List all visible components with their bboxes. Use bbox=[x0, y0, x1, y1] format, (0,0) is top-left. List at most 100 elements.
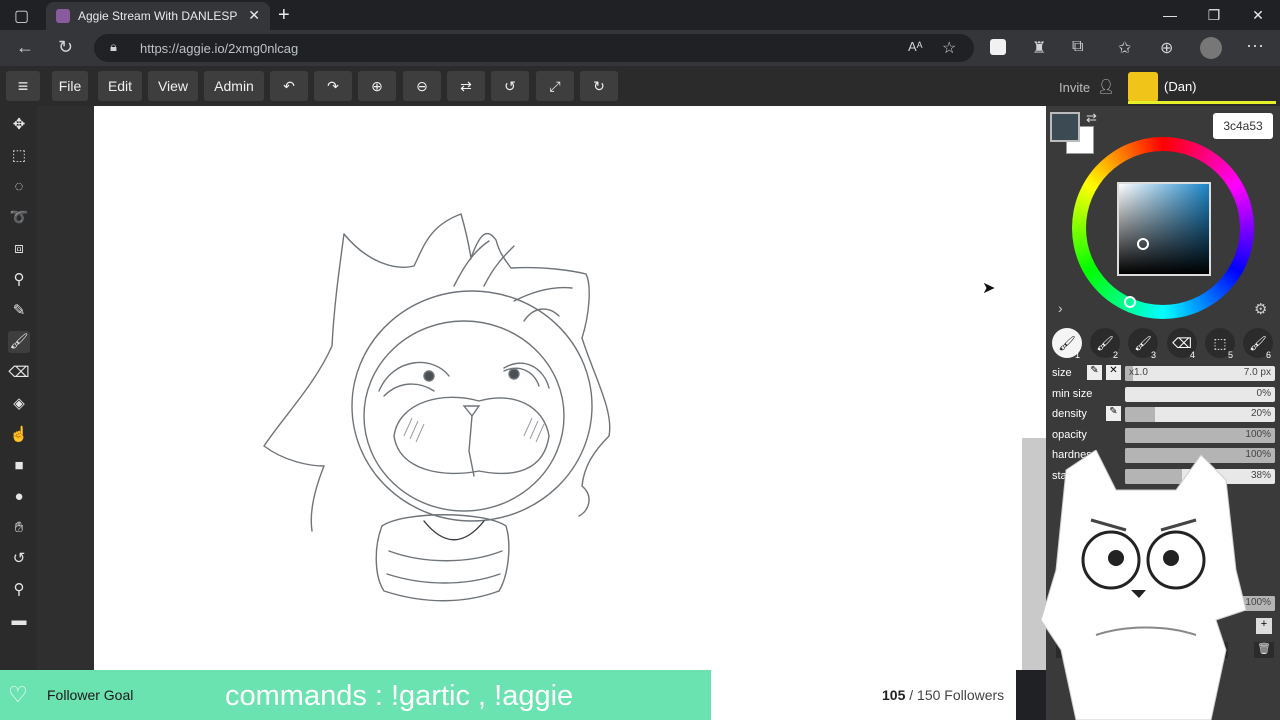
more-menu-icon[interactable]: ⋯ bbox=[1246, 36, 1264, 57]
density-value: 20% bbox=[1250, 408, 1271, 419]
window-close-button[interactable]: ✕ bbox=[1236, 0, 1280, 30]
maximize-button[interactable]: ❐ bbox=[1192, 0, 1236, 30]
min-size-slider[interactable]: 0% bbox=[1125, 387, 1275, 402]
extensions-puzzle-icon[interactable]: ⧉ bbox=[1072, 38, 1083, 56]
tab-actions-icon[interactable]: ▢ bbox=[14, 6, 29, 26]
hamburger-menu-icon[interactable]: ≡ bbox=[6, 71, 40, 101]
size-pressure-off-icon[interactable]: ✕ bbox=[1106, 365, 1121, 380]
eraser-icon[interactable]: ⌫ bbox=[8, 362, 30, 384]
browser-tab-bar: ▢ Aggie Stream With DANLESPOIR ✕ + —❐✕ bbox=[0, 0, 1280, 30]
follower-target: / 150 Followers bbox=[905, 687, 1005, 703]
settings-gear-icon[interactable]: ⚙ bbox=[1254, 300, 1267, 318]
address-bar-row: ← ↻ 🔒︎ https://aggie.io/2xmg0nlcag Aᴬ ☆ … bbox=[0, 30, 1280, 66]
undo-icon[interactable]: ↶ bbox=[270, 71, 308, 101]
zoom-out-icon[interactable]: ⊖ bbox=[403, 71, 441, 101]
lock-icon[interactable]: 🔒︎ bbox=[110, 39, 117, 55]
read-aloud-icon[interactable]: Aᴬ bbox=[908, 39, 923, 54]
rotate-right-icon[interactable]: ↻ bbox=[580, 71, 618, 101]
heart-hands-icon: ♡ bbox=[8, 682, 28, 707]
menu-view[interactable]: View bbox=[148, 71, 198, 101]
color-picker-handle[interactable] bbox=[1137, 238, 1149, 250]
profile-avatar[interactable] bbox=[1200, 37, 1222, 59]
follower-goal-label: Follower Goal bbox=[47, 687, 134, 703]
brush-number-1: 1 bbox=[1075, 350, 1081, 360]
circle-icon[interactable]: ● bbox=[8, 486, 30, 508]
brush-number-2: 2 bbox=[1113, 350, 1119, 360]
min-size-label: min size bbox=[1052, 388, 1093, 400]
saturation-value-picker[interactable] bbox=[1117, 182, 1211, 276]
expand-chevron-icon[interactable]: › bbox=[1058, 300, 1063, 316]
extension-2-icon[interactable]: ♜ bbox=[1032, 38, 1046, 58]
fullscreen-icon[interactable]: ⤢ bbox=[536, 71, 574, 101]
opacity-value: 100% bbox=[1245, 429, 1271, 440]
tab-favicon-icon bbox=[56, 9, 70, 23]
size-slider[interactable]: x1.0 7.0 px bbox=[1125, 366, 1275, 381]
menu-edit[interactable]: Edit bbox=[98, 71, 142, 101]
rect-select-icon[interactable]: ⬚ bbox=[8, 145, 30, 167]
ellipse-select-icon[interactable]: ◌ bbox=[8, 176, 30, 198]
sketch-drawing bbox=[263, 213, 611, 602]
hand-icon[interactable]: ✋︎ bbox=[8, 517, 30, 539]
foreground-color-swatch[interactable] bbox=[1050, 112, 1080, 142]
zoom-in-icon[interactable]: ⊕ bbox=[358, 71, 396, 101]
add-layer-icon[interactable]: + bbox=[1256, 618, 1272, 634]
canvas-gutter bbox=[37, 106, 94, 670]
density-slider-fill bbox=[1125, 407, 1155, 422]
flip-icon[interactable]: ⇄ bbox=[447, 71, 485, 101]
smudge-icon[interactable]: ☝ bbox=[8, 424, 30, 446]
avatar[interactable] bbox=[1128, 72, 1158, 102]
rectangle-icon[interactable]: ■ bbox=[8, 455, 30, 477]
invite-label[interactable]: Invite bbox=[1059, 80, 1090, 95]
layer-delete-icon[interactable]: 🗑︎ bbox=[1254, 642, 1274, 658]
tool-sidebar: ✥ ⬚ ◌ ➰ ⧈ ⚲ ✎ 🖌︎ ⌫ ◈ ☝ ■ ● ✋︎ ↺ ⚲ ▬ bbox=[0, 106, 37, 670]
browser-tab[interactable]: Aggie Stream With DANLESPOIR ✕ bbox=[46, 2, 270, 30]
follower-count: 105 / 150 Followers bbox=[882, 687, 1004, 703]
size-value: 7.0 px bbox=[1243, 367, 1271, 378]
pencil-icon[interactable]: ✎ bbox=[8, 300, 30, 322]
extension-icon[interactable] bbox=[990, 39, 1006, 55]
rotate-left-icon[interactable]: ↺ bbox=[491, 71, 529, 101]
url-text: https://aggie.io/2xmg0nlcag bbox=[140, 41, 299, 56]
brush-number-6: 6 bbox=[1266, 350, 1272, 360]
redo-icon[interactable]: ↷ bbox=[314, 71, 352, 101]
swap-colors-icon[interactable]: ⇄ bbox=[1086, 110, 1097, 126]
size-pressure-icon[interactable]: ✎ bbox=[1087, 365, 1102, 380]
add-user-icon[interactable]: 👤︎ bbox=[1097, 78, 1115, 95]
back-arrow-icon[interactable]: ← bbox=[16, 37, 34, 58]
drawing-canvas[interactable]: ➤ bbox=[94, 106, 1046, 670]
move-icon[interactable]: ✥ bbox=[8, 114, 30, 136]
refresh-icon[interactable]: ↻ bbox=[58, 37, 73, 58]
address-field[interactable]: 🔒︎ https://aggie.io/2xmg0nlcag Aᴬ ☆ bbox=[94, 34, 974, 62]
cursor-icon: ➤ bbox=[982, 280, 996, 297]
opacity-label: opacity bbox=[1052, 429, 1087, 441]
brush-icon[interactable]: 🖌︎ bbox=[8, 331, 30, 353]
size-label: size bbox=[1052, 367, 1072, 379]
app-toolbar: ≡ File Edit View Admin ↶ ↷ ⊕ ⊖ ⇄ ↺ ⤢ ↻ I… bbox=[0, 66, 1280, 106]
density-pressure-icon[interactable]: ✎ bbox=[1106, 406, 1121, 421]
comment-icon[interactable]: ▬ bbox=[8, 610, 30, 632]
hex-color-input[interactable]: 3c4a53 bbox=[1213, 113, 1273, 139]
fill-icon[interactable]: ◈ bbox=[8, 393, 30, 415]
density-slider[interactable]: 20% bbox=[1125, 407, 1275, 422]
hue-handle[interactable] bbox=[1124, 296, 1136, 308]
menu-file[interactable]: File bbox=[52, 71, 88, 101]
transform-icon[interactable]: ⧈ bbox=[8, 238, 30, 260]
tab-close-icon[interactable]: ✕ bbox=[248, 7, 260, 24]
opacity-slider[interactable]: 100% bbox=[1125, 428, 1275, 443]
tab-title: Aggie Stream With DANLESPOIR bbox=[78, 9, 238, 23]
rotate-icon[interactable]: ↺ bbox=[8, 548, 30, 570]
collections-icon[interactable]: ⊕ bbox=[1160, 38, 1173, 58]
user-color-bar bbox=[1128, 101, 1276, 104]
new-tab-button[interactable]: + bbox=[278, 4, 290, 27]
window-controls: — ❐ ✕ bbox=[1148, 0, 1280, 30]
zoom-icon[interactable]: ⚲ bbox=[8, 579, 30, 601]
minimize-button[interactable]: — bbox=[1148, 0, 1192, 30]
eyedropper-icon[interactable]: ⚲ bbox=[8, 269, 30, 291]
size-multiplier: x1.0 bbox=[1129, 367, 1148, 378]
favorites-icon[interactable]: ✩ bbox=[1118, 38, 1131, 58]
commands-text: commands : !gartic , !aggie bbox=[225, 680, 574, 712]
brush-number-3: 3 bbox=[1151, 350, 1157, 360]
favorite-star-icon[interactable]: ☆ bbox=[942, 38, 956, 58]
lasso-icon[interactable]: ➰ bbox=[8, 207, 30, 229]
menu-admin[interactable]: Admin bbox=[204, 71, 264, 101]
